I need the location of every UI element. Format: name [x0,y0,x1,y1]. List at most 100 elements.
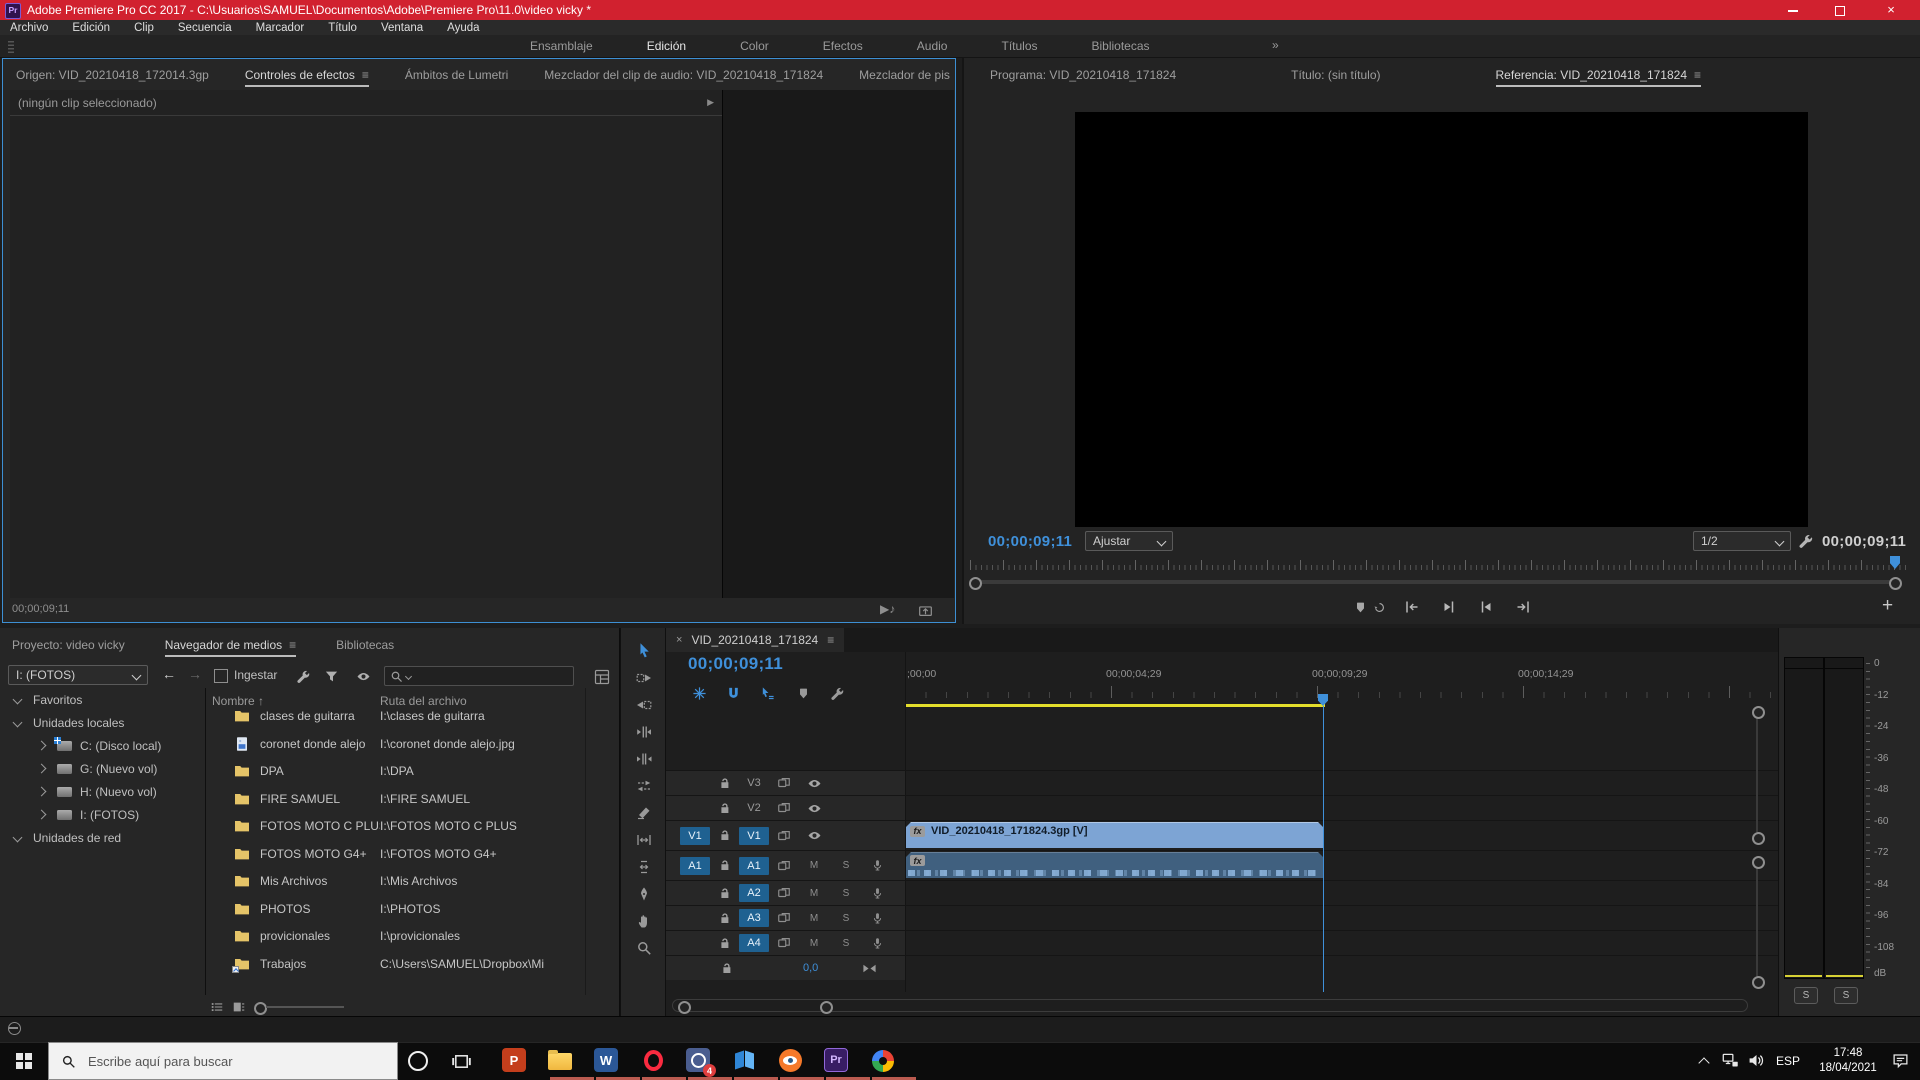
tab-bibliotecas[interactable]: Bibliotecas [336,630,394,660]
slide-tool-icon[interactable] [636,859,652,875]
tree-item-drive-c[interactable]: C: (Disco local) [0,734,205,757]
solo-left-button[interactable]: S [1794,987,1818,1004]
taskbar-premiere-icon[interactable]: Pr [824,1048,850,1074]
menu-ventana[interactable]: Ventana [381,22,423,34]
source-patch-a1[interactable]: A1 [680,857,710,875]
selection-tool-icon[interactable] [636,642,653,659]
workspace-overflow-icon[interactable]: » [1272,38,1279,52]
sync-lock-icon[interactable] [777,859,791,873]
loop-playback-icon[interactable] [1373,601,1386,614]
source-patch-empty[interactable] [680,799,710,817]
sync-lock-icon[interactable] [777,911,791,925]
sync-lock-icon[interactable] [777,936,791,950]
rolling-edit-tool-icon[interactable] [636,751,652,767]
hand-tool-icon[interactable] [636,913,652,929]
taskbar-google-photos-icon[interactable] [870,1048,896,1074]
menu-titulo[interactable]: Título [328,22,357,34]
workspace-efectos[interactable]: Efectos [823,39,863,53]
file-row[interactable]: coronet donde alejoI:\coronet donde alej… [206,730,606,757]
add-marker-icon[interactable] [797,687,810,700]
lock-icon[interactable] [718,912,731,925]
tab-origen[interactable]: Origen: VID_20210418_172014.3gp [16,60,209,90]
zoom-level-select[interactable]: Ajustar [1085,531,1173,551]
track-lane-a3[interactable] [905,906,1778,930]
file-types-eye-icon[interactable] [356,669,371,684]
lock-icon[interactable] [720,962,733,975]
zoom-slider-handle[interactable] [254,1002,267,1015]
solo-button[interactable]: S [839,860,853,871]
workspace-color[interactable]: Color [740,39,769,53]
work-area-bar[interactable] [905,704,1325,707]
taskbar-photos-blue-icon[interactable] [732,1048,758,1074]
toggle-track-output-eye-icon[interactable] [807,801,822,816]
play-button-icon[interactable] [1478,599,1494,615]
track-select-forward-tool-icon[interactable] [636,670,652,686]
tree-item-drive-g[interactable]: G: (Nuevo vol) [0,757,205,780]
monitor-settings-wrench-icon[interactable] [1798,533,1814,549]
fit-sequence-bowtie-icon[interactable] [862,961,877,976]
clock[interactable]: 17:48 18/04/2021 [1812,1046,1884,1076]
effect-controls-timecode[interactable]: 00;00;09;11 [12,603,69,615]
source-patch-empty[interactable] [680,884,710,902]
task-view-icon[interactable] [452,1052,471,1071]
tree-item-unidades-locales[interactable]: Unidades locales [0,711,205,734]
track-lane-a4[interactable] [905,931,1778,955]
program-current-timecode[interactable]: 00;00;09;11 [988,533,1072,550]
sync-lock-icon[interactable] [777,776,791,790]
close-button[interactable]: × [1862,0,1920,20]
volume-icon[interactable] [1748,1052,1765,1069]
tree-item-drive-i[interactable]: I: (FOTOS) [0,803,205,826]
master-gain-value[interactable]: 0,0 [803,962,818,974]
menu-archivo[interactable]: Archivo [10,22,48,34]
track-lane-v3[interactable] [905,771,1778,795]
fx-badge[interactable]: fx [910,826,925,837]
tab-ambitos-lumetri[interactable]: Ámbitos de Lumetri [405,60,508,90]
workspace-titulos[interactable]: Títulos [1001,39,1037,53]
voiceover-mic-icon[interactable] [871,937,884,950]
voiceover-mic-icon[interactable] [871,887,884,900]
sync-lock-icon[interactable] [777,801,791,815]
lock-icon[interactable] [718,829,731,842]
snap-magnet-icon[interactable] [726,686,741,701]
taskbar-powerpoint-icon[interactable]: P [502,1048,528,1074]
razor-tool-icon[interactable] [636,805,652,821]
zoom-slider-track[interactable] [266,1006,344,1008]
language-indicator[interactable]: ESP [1776,1042,1800,1080]
menu-marcador[interactable]: Marcador [256,22,305,34]
panel-grip[interactable] [8,41,14,53]
linked-selection-icon[interactable] [760,686,775,701]
toggle-track-output-eye-icon[interactable] [807,828,822,843]
lock-icon[interactable] [718,859,731,872]
panel-menu-icon[interactable]: ≡ [827,633,834,647]
workspace-ensamblaje[interactable]: Ensamblaje [530,39,593,53]
step-back-icon[interactable] [1441,599,1457,615]
filter-funnel-icon[interactable] [324,669,339,684]
scrollbar-handle[interactable] [1752,976,1765,989]
source-patch-empty[interactable] [680,909,710,927]
lock-icon[interactable] [718,887,731,900]
taskbar-explorer-icon[interactable] [548,1048,574,1074]
tree-item-favoritos[interactable]: Favoritos [0,688,205,711]
go-to-in-icon[interactable] [1404,599,1420,615]
timeline-horizontal-scrollbar[interactable] [672,999,1748,1012]
drive-select[interactable]: I: (FOTOS) [8,665,148,685]
workspace-edicion[interactable]: Edición [647,39,686,53]
source-patch-v1[interactable]: V1 [680,827,710,845]
file-row[interactable]: FOTOS MOTO G4+I:\FOTOS MOTO G4+ [206,840,606,867]
track-target-v1[interactable]: V1 [739,827,769,845]
track-lane-a2[interactable] [905,881,1778,905]
media-search-input[interactable] [414,669,568,683]
close-icon[interactable]: × [676,634,682,646]
file-row[interactable]: PHOTOSI:\PHOTOS [206,895,606,922]
track-target-a4[interactable]: A4 [739,934,769,952]
timeline-sequence-tab[interactable]: × VID_20210418_171824 ≡ [666,628,844,652]
forward-arrow-icon[interactable]: → [188,666,202,682]
zoom-handle-right[interactable] [820,1001,833,1014]
panel-menu-icon[interactable]: ≡ [1694,68,1701,82]
mute-button[interactable]: M [807,913,821,924]
ingest-settings-wrench-icon[interactable] [296,669,311,684]
mute-button[interactable]: M [807,888,821,899]
timeline-ruler[interactable] [905,684,1778,704]
file-row[interactable]: TrabajosC:\Users\SAMUEL\Dropbox\Mi [206,950,606,977]
pen-tool-icon[interactable] [636,886,652,902]
